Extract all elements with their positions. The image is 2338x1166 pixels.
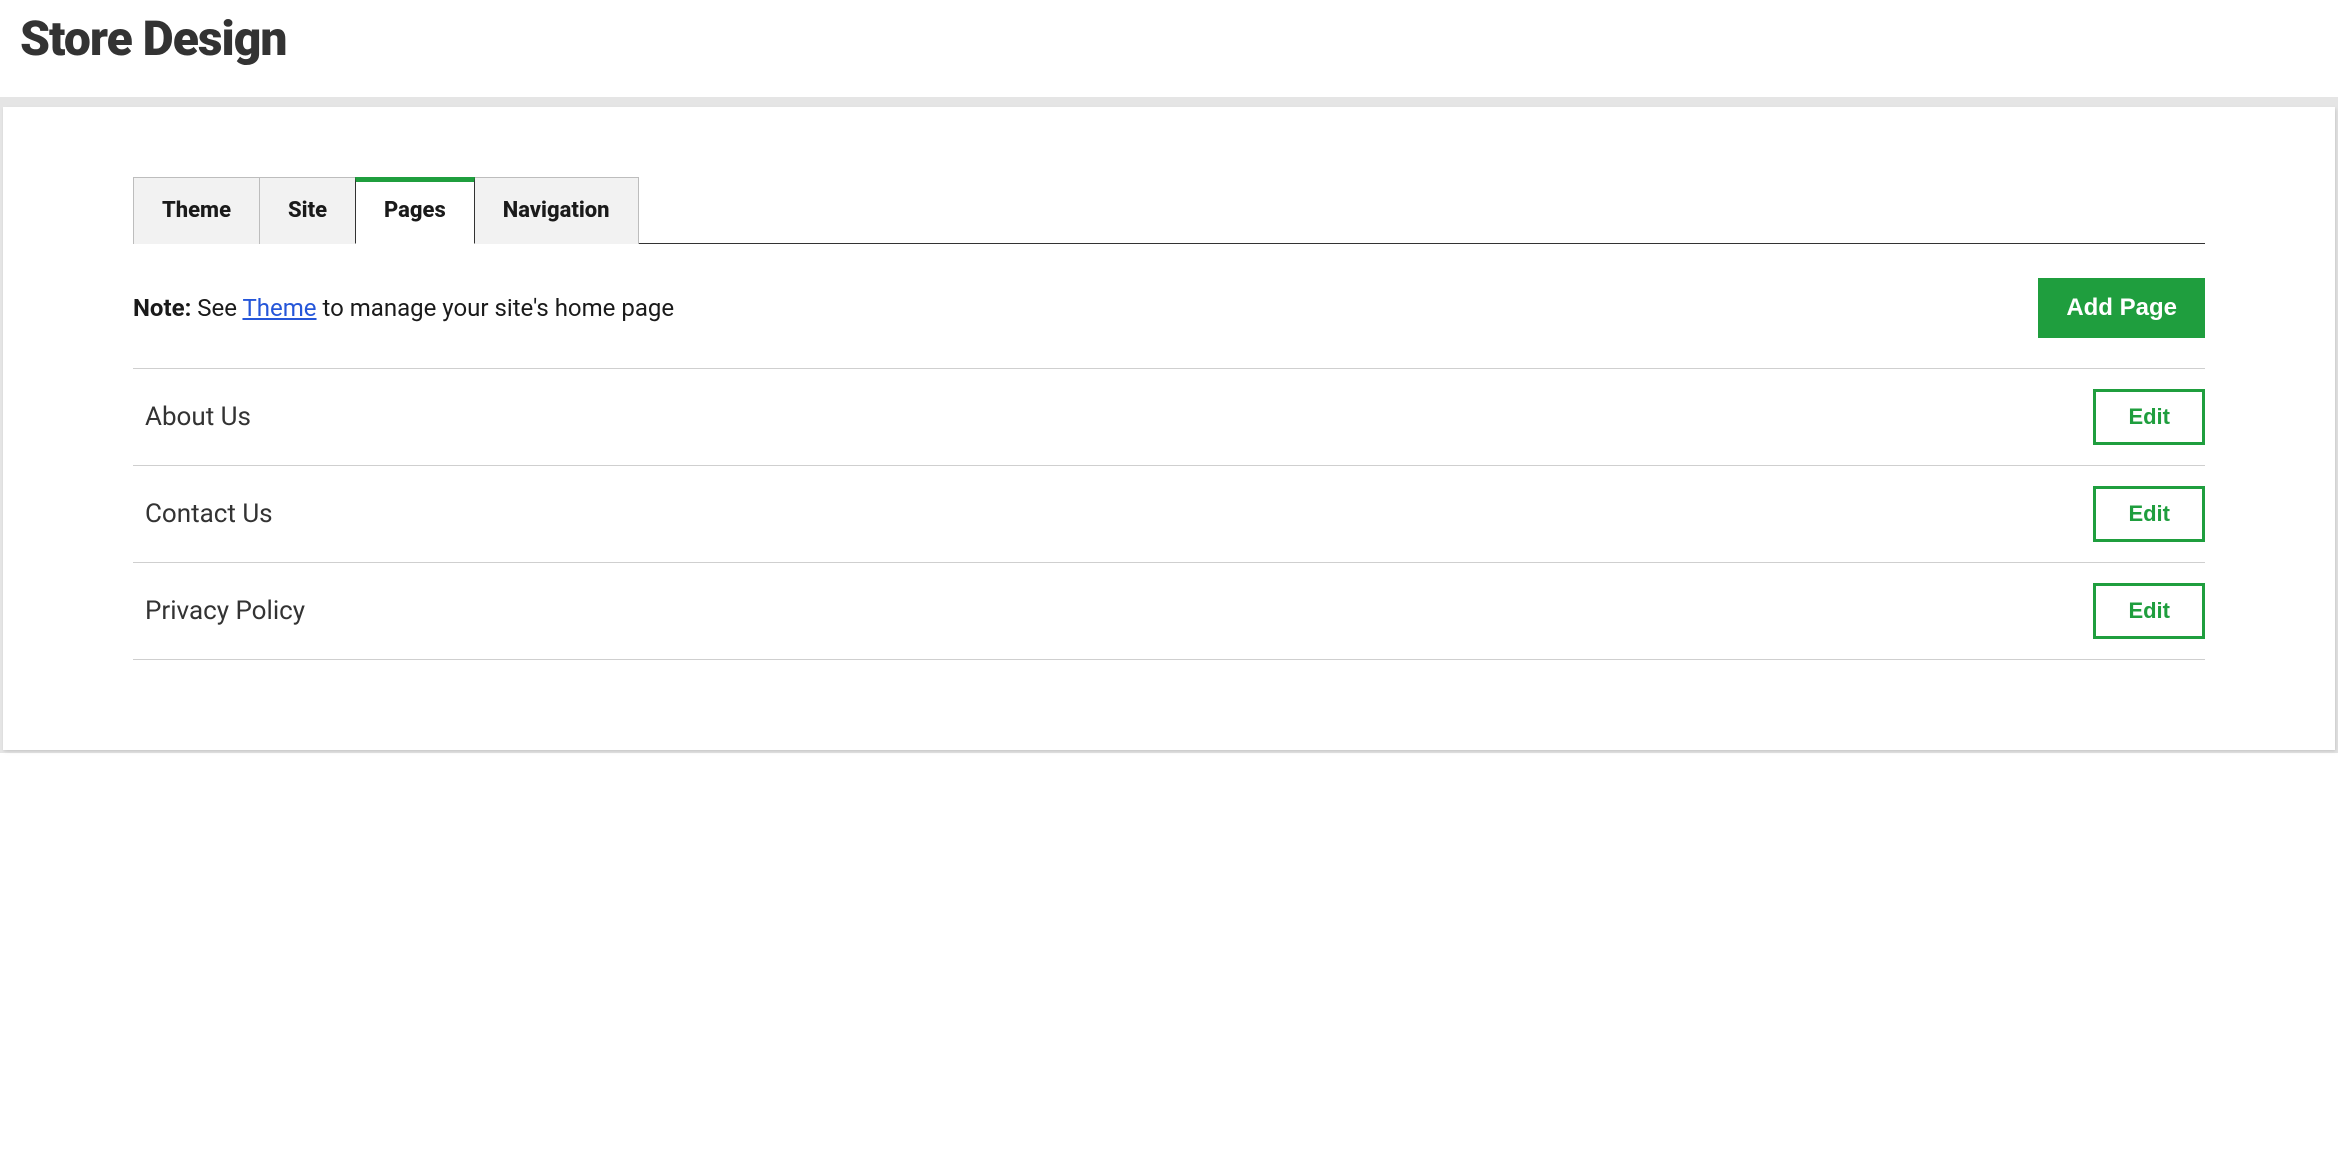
tab-label: Pages (384, 198, 446, 223)
note-label: Note: (133, 294, 191, 322)
note-row: Note: See Theme to manage your site's ho… (133, 244, 2205, 369)
tab-label: Site (288, 198, 327, 223)
tab-navigation[interactable]: Navigation (474, 177, 639, 244)
note-suffix: to manage your site's home page (317, 294, 675, 322)
page-name: Contact Us (145, 499, 273, 529)
edit-button[interactable]: Edit (2093, 389, 2205, 445)
tab-label: Navigation (503, 198, 610, 223)
note-prefix: See (191, 294, 242, 322)
note-text: Note: See Theme to manage your site's ho… (133, 294, 674, 322)
page-row: About Us Edit (133, 369, 2205, 466)
page-title: Store Design (20, 10, 2318, 67)
tab-label: Theme (162, 198, 231, 223)
page-row: Contact Us Edit (133, 466, 2205, 563)
content-backdrop: Theme Site Pages Navigation Note: See Th… (0, 97, 2338, 753)
page-name: Privacy Policy (145, 596, 305, 626)
content-card: Theme Site Pages Navigation Note: See Th… (3, 107, 2335, 750)
page-header: Store Design (0, 0, 2338, 97)
page-name: About Us (145, 402, 251, 432)
theme-link[interactable]: Theme (242, 294, 316, 322)
tab-theme[interactable]: Theme (133, 177, 260, 244)
edit-button[interactable]: Edit (2093, 583, 2205, 639)
tab-bar: Theme Site Pages Navigation (133, 177, 2205, 244)
tab-pages[interactable]: Pages (355, 177, 475, 244)
tab-site[interactable]: Site (259, 177, 356, 244)
edit-button[interactable]: Edit (2093, 486, 2205, 542)
page-row: Privacy Policy Edit (133, 563, 2205, 660)
add-page-button[interactable]: Add Page (2038, 278, 2205, 338)
